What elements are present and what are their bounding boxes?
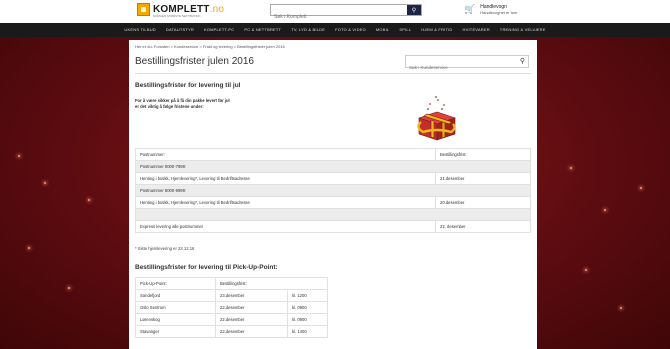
table-cell: 22.desember: [215, 301, 288, 314]
nav-item-pc-nettbrett[interactable]: PC & NETTBRETT: [239, 23, 286, 37]
section-title-pick-up-point: Bestillingsfrister for levering til Pick…: [135, 264, 278, 271]
table-cell: Express levering alle postnummer: [135, 220, 436, 233]
delivery-deadline-table: Postnummer: Bestillingsfrist: Postnummer…: [135, 148, 531, 233]
search-icon: ⚲: [411, 7, 417, 14]
table-spacer-row: [135, 208, 531, 221]
table-cell: 20.desember: [435, 196, 531, 209]
table-group-0000-7999: Postnummer 0000-7999:: [135, 160, 531, 173]
sparkle: [570, 167, 572, 169]
table-cell: kl. 0900: [287, 301, 328, 314]
nav-item-datautstyr[interactable]: DATAUTSTYR: [161, 23, 199, 37]
table-group-8000-9999: Postnummer 8000-9999:: [135, 184, 531, 197]
table-header-bestillingsfrist: Bestillingsfrist:: [435, 148, 531, 161]
site-search-input[interactable]: [271, 12, 401, 22]
nav-item-ukens-tilbud[interactable]: UKENS TILBUD: [119, 23, 160, 37]
sparkle: [604, 209, 606, 211]
cart-subtitle: Handlevognet er tom: [480, 10, 518, 15]
nav-item-foto-video[interactable]: FOTO & VIDEO: [330, 23, 371, 37]
table-cell: Oslo Sentrum: [135, 301, 216, 314]
section-title-christmas-delivery: Bestillingsfrister for levering til jul: [135, 82, 241, 89]
intro-text: For å være sikker på å få din pakke leve…: [135, 98, 230, 109]
gift-box-icon: [417, 95, 456, 141]
main-nav: UKENS TILBUD DATAUTSTYR KOMPLETT-PC PC &…: [0, 23, 670, 37]
table-cell: 21.desember: [435, 172, 531, 185]
table-cell: kl. 1200: [287, 289, 328, 302]
table-cell: Henting i butikk, Hjemlevering*, Leverin…: [135, 172, 436, 185]
nav-item-komplett-pc[interactable]: KOMPLETT-PC: [199, 23, 239, 37]
nav-item-tv-lyd-bilde[interactable]: TV, LYD & BILDE: [286, 23, 330, 37]
page-title: Bestillingsfrister julen 2016: [135, 56, 254, 67]
sparkle: [620, 307, 622, 309]
top-bar: KOMPLETT.no NORGES STØRSTE NETTBUTIKK ⚲ …: [0, 0, 670, 23]
table-cell: Henting i butikk, Hjemlevering*, Leverin…: [135, 196, 436, 209]
sparkle: [88, 199, 90, 201]
footnote: * Siste hjemlevering er 23.12.16: [135, 246, 195, 251]
sparkle: [44, 182, 46, 184]
shopping-cart-icon: 🛒: [464, 4, 476, 14]
search-icon[interactable]: ⚲: [520, 57, 525, 65]
table-cell: Stavanger: [135, 325, 216, 338]
table-cell: 23.desember: [215, 289, 288, 302]
nav-item-trening-velvaere[interactable]: TRENING & VELVÆRE: [495, 23, 551, 37]
cart[interactable]: 🛒 Handlevogn Handlevognet er tom: [464, 4, 517, 15]
site-search: ⚲: [270, 4, 422, 22]
divider: [135, 73, 531, 74]
nav-item-hvitevarer[interactable]: HVITEVARER: [458, 23, 495, 37]
table-cell: 22.desember: [215, 313, 288, 326]
breadcrumb[interactable]: Her er du: Forsiden > Kundeservice > Fra…: [135, 44, 285, 49]
sparkle: [28, 247, 30, 249]
table-cell: Lørenskog: [135, 313, 216, 326]
table-cell: Sandefjord: [135, 289, 216, 302]
table-header-bestillingsfrist: Bestillingsfrist:: [215, 277, 328, 290]
nav-item-spill[interactable]: SPILL: [394, 23, 416, 37]
main-content: Her er du: Forsiden > Kundeservice > Fra…: [129, 40, 537, 349]
komplett-logo[interactable]: KOMPLETT.no NORGES STØRSTE NETTBUTIKK: [137, 3, 224, 18]
sparkle: [640, 187, 642, 189]
nav-item-hjem-fritid[interactable]: HJEM & FRITID: [416, 23, 457, 37]
table-cell: kl. 1400: [287, 325, 328, 338]
sparkle: [18, 155, 20, 157]
sparkle: [68, 287, 70, 289]
nav-item-mobil[interactable]: MOBIL: [371, 23, 394, 37]
logo-cube-icon: [137, 3, 150, 16]
table-cell: 22.desember: [215, 325, 288, 338]
table-cell: 22. desember: [435, 220, 531, 233]
customer-service-search: ⚲: [405, 55, 529, 73]
table-header-pick-up-point: Pick-Up-Point:: [135, 277, 216, 290]
customer-service-search-input[interactable]: [406, 62, 516, 73]
sparkle: [585, 269, 587, 271]
pick-up-point-table: Pick-Up-Point: Bestillingsfrist: Sandefj…: [135, 277, 328, 338]
table-cell: kl. 0900: [287, 313, 328, 326]
logo-tagline: NORGES STØRSTE NETTBUTIKK: [153, 14, 201, 18]
site-search-button[interactable]: ⚲: [407, 5, 421, 15]
table-header-postnummer: Postnummer:: [135, 148, 436, 161]
